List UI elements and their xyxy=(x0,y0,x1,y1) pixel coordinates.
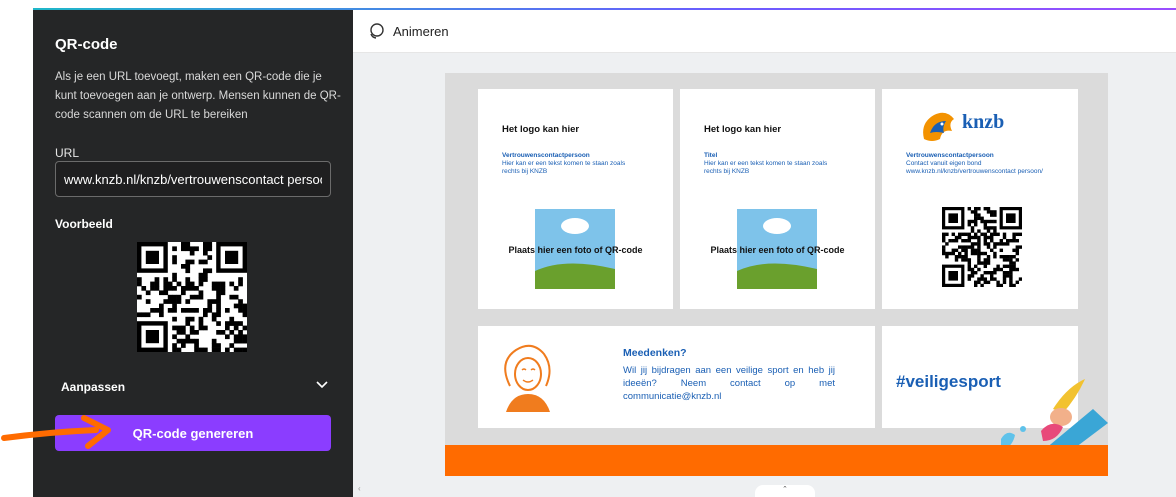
editor-toolbar: Animeren xyxy=(353,10,1176,53)
design-card-1[interactable]: Het logo kan hier Vertrouwenscontactpers… xyxy=(478,89,673,309)
woman-illustration-icon xyxy=(504,344,551,412)
panel-title: QR-code xyxy=(55,36,118,53)
card-2-title: Het logo kan hier xyxy=(704,124,782,135)
knzb-logo-text: knzb xyxy=(962,111,1005,133)
animate-icon[interactable] xyxy=(367,22,385,40)
scroll-up-button[interactable]: ˆ xyxy=(755,485,815,497)
design-card-4[interactable]: Meedenken? Wil jij bijdragen aan een vei… xyxy=(478,326,875,428)
footer-orange-bar xyxy=(445,445,1108,476)
card-1-subtitle-bold: Vertrouwenscontactpersoon xyxy=(502,152,590,159)
design-page[interactable]: Het logo kan hier Vertrouwenscontactpers… xyxy=(445,73,1108,476)
scroll-left-icon[interactable]: ‹ xyxy=(358,484,361,493)
card-1-title: Het logo kan hier xyxy=(502,124,580,135)
hashtag-text: #veiligesport xyxy=(896,372,1001,391)
design-card-3[interactable]: knzb Vertrouwenscontactpersoon Contact v… xyxy=(882,89,1078,309)
card-1-subtitle: Vertrouwenscontactpersoon xyxy=(502,152,662,160)
preview-label: Voorbeeld xyxy=(55,217,113,231)
customize-section[interactable]: Aanpassen xyxy=(55,372,331,402)
customize-label: Aanpassen xyxy=(61,380,126,394)
pointer-arrow-icon xyxy=(1,415,111,449)
panel-description: Als je een URL toevoegt, maken een QR-co… xyxy=(55,71,341,121)
card-4-title: Meedenken? xyxy=(623,347,687,359)
card-2-subtitle: Titel xyxy=(704,152,864,160)
chevron-up-icon: ˆ xyxy=(783,485,787,495)
card-2-text: Hier kan er een tekst komen te staan zoa… xyxy=(704,160,828,175)
design-card-2[interactable]: Het logo kan hier Titel Hier kan er een … xyxy=(680,89,875,309)
url-label: URL xyxy=(55,146,80,160)
card-1-text: Hier kan er een tekst komen te staan zoa… xyxy=(502,160,626,175)
card-3-subtitle-bold: Vertrouwenscontactpersoon xyxy=(906,152,994,159)
qr-code-preview xyxy=(137,242,248,353)
card-4-text: Wil jij bijdragen aan een veilige sport … xyxy=(623,365,835,402)
card-3-subtitle: Vertrouwenscontactpersoon xyxy=(906,152,1066,160)
card-2-subtitle-bold: Titel xyxy=(704,152,718,159)
knzb-lion-logo-icon xyxy=(923,112,954,141)
qr-code-image xyxy=(942,207,1022,287)
chevron-down-icon[interactable] xyxy=(315,378,329,392)
qr-code-image xyxy=(137,242,248,353)
animate-label[interactable]: Animeren xyxy=(393,24,449,39)
card-1-photo-label: Plaats hier een foto of QR-code xyxy=(508,245,643,255)
card-3-text: Contact vanuit eigen bond www.knzb.nl/kn… xyxy=(906,160,1043,175)
url-input[interactable] xyxy=(55,161,331,197)
card-2-photo-label: Plaats hier een foto of QR-code xyxy=(710,245,845,255)
